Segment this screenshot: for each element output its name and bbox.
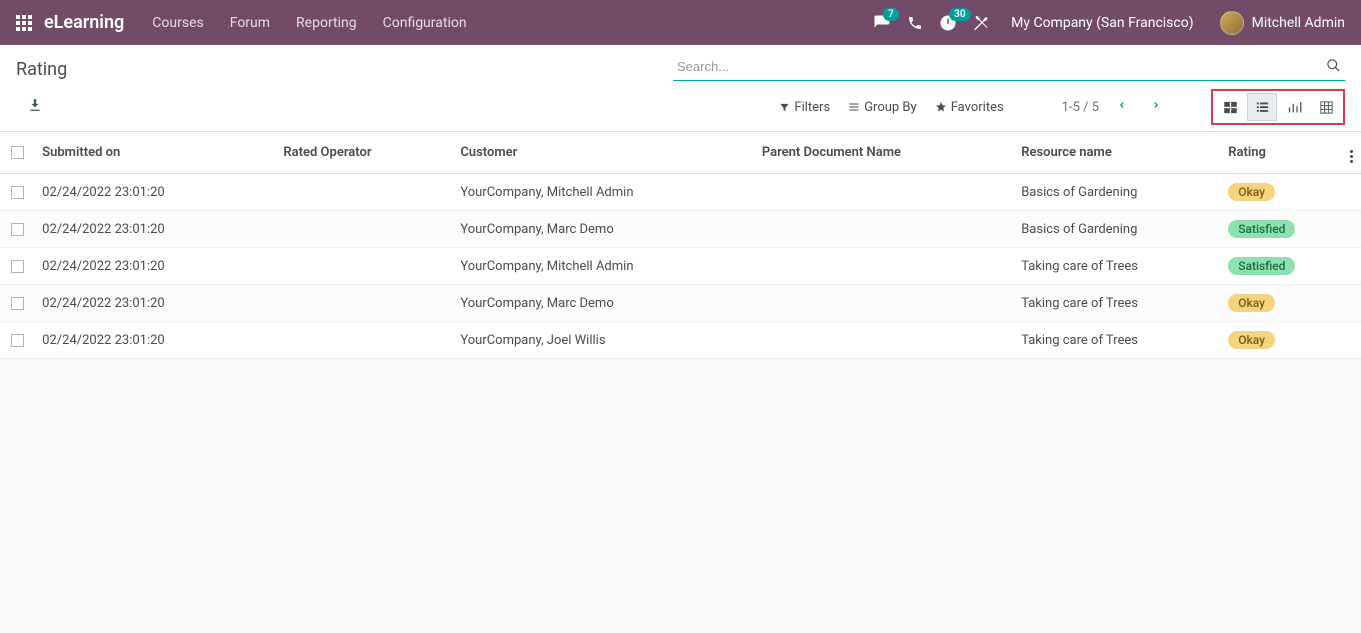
cell-operator [275,211,452,248]
table-row[interactable]: 02/24/2022 23:01:20 YourCompany, Marc Dem… [0,285,1361,322]
columns-menu-icon[interactable] [1350,150,1353,163]
avatar [1220,11,1244,35]
table-area: Submitted on Rated Operator Customer Par… [0,132,1361,359]
table-row[interactable]: 02/24/2022 23:01:20 YourCompany, Mitchell… [0,248,1361,285]
filters-label: Filters [794,100,830,115]
favorites-button[interactable]: Favorites [935,100,1004,115]
filters-button[interactable]: Filters [779,100,830,115]
nav-links: Courses Forum Reporting Configuration [152,15,466,31]
phone-icon[interactable] [907,15,923,31]
activities-icon[interactable]: 30 [939,14,957,32]
groupby-button[interactable]: Group By [848,100,917,115]
cell-submitted: 02/24/2022 23:01:20 [34,248,275,285]
user-menu[interactable]: Mitchell Admin [1220,11,1345,35]
cell-parent [754,248,1013,285]
rating-badge: Okay [1228,294,1275,312]
nav-link-configuration[interactable]: Configuration [383,15,467,31]
app-brand[interactable]: eLearning [44,12,124,33]
search-icon[interactable] [1326,58,1341,77]
row-checkbox[interactable] [11,186,24,199]
cell-rating: Okay [1220,322,1331,359]
rating-badge: Satisfied [1228,257,1295,275]
pager-prev[interactable] [1111,95,1133,119]
cell-operator [275,174,452,211]
cell-resource: Basics of Gardening [1013,174,1220,211]
groupby-label: Group By [864,100,917,115]
table-row[interactable]: 02/24/2022 23:01:20 YourCompany, Marc Dem… [0,211,1361,248]
cell-operator [275,248,452,285]
user-name: Mitchell Admin [1252,15,1345,31]
cell-resource: Taking care of Trees [1013,285,1220,322]
cell-operator [275,322,452,359]
view-graph-icon[interactable] [1279,93,1309,121]
pager-next[interactable] [1145,95,1167,119]
cell-customer: YourCompany, Marc Demo [452,285,754,322]
cell-customer: YourCompany, Marc Demo [452,211,754,248]
cell-submitted: 02/24/2022 23:01:20 [34,211,275,248]
view-kanban-icon[interactable] [1215,93,1245,121]
search-wrap [673,53,1345,81]
col-rating[interactable]: Rating [1220,132,1331,174]
select-all-checkbox[interactable] [11,146,24,159]
col-parent[interactable]: Parent Document Name [754,132,1013,174]
company-selector[interactable]: My Company (San Francisco) [1011,15,1193,31]
col-customer[interactable]: Customer [452,132,754,174]
cell-operator [275,285,452,322]
download-icon[interactable] [28,98,42,116]
view-switcher [1211,89,1345,125]
search-input[interactable] [673,53,1345,81]
cell-parent [754,285,1013,322]
navbar-right: 7 30 My Company (San Francisco) Mitchell… [873,11,1345,35]
messages-badge: 7 [883,8,899,21]
cell-parent [754,211,1013,248]
favorites-label: Favorites [951,100,1004,115]
col-resource[interactable]: Resource name [1013,132,1220,174]
rating-badge: Okay [1228,183,1275,201]
table-row[interactable]: 02/24/2022 23:01:20 YourCompany, Mitchell… [0,174,1361,211]
col-submitted[interactable]: Submitted on [34,132,275,174]
page-title: Rating [16,53,67,80]
pager-text: 1-5 / 5 [1062,100,1099,115]
cell-customer: YourCompany, Mitchell Admin [452,248,754,285]
tools-icon[interactable] [973,15,989,31]
col-operator[interactable]: Rated Operator [275,132,452,174]
row-checkbox[interactable] [11,260,24,273]
row-checkbox[interactable] [11,297,24,310]
cell-submitted: 02/24/2022 23:01:20 [34,285,275,322]
cell-resource: Taking care of Trees [1013,322,1220,359]
table-row[interactable]: 02/24/2022 23:01:20 YourCompany, Joel Wil… [0,322,1361,359]
nav-link-reporting[interactable]: Reporting [296,15,357,31]
apps-icon[interactable] [16,15,32,31]
cell-submitted: 02/24/2022 23:01:20 [34,322,275,359]
row-checkbox[interactable] [11,334,24,347]
rating-table: Submitted on Rated Operator Customer Par… [0,132,1361,359]
cell-resource: Basics of Gardening [1013,211,1220,248]
activities-badge: 30 [949,8,970,21]
cell-resource: Taking care of Trees [1013,248,1220,285]
row-checkbox[interactable] [11,223,24,236]
cell-customer: YourCompany, Joel Willis [452,322,754,359]
cell-rating: Satisfied [1220,248,1331,285]
cell-submitted: 02/24/2022 23:01:20 [34,174,275,211]
messages-icon[interactable]: 7 [873,14,891,32]
rating-badge: Satisfied [1228,220,1295,238]
view-list-icon[interactable] [1247,93,1277,121]
cell-rating: Okay [1220,285,1331,322]
pager: 1-5 / 5 [1062,95,1167,119]
nav-link-courses[interactable]: Courses [152,15,203,31]
cell-parent [754,322,1013,359]
cell-rating: Okay [1220,174,1331,211]
top-navbar: eLearning Courses Forum Reporting Config… [0,0,1361,45]
nav-link-forum[interactable]: Forum [230,15,270,31]
rating-badge: Okay [1228,331,1275,349]
cell-parent [754,174,1013,211]
cell-customer: YourCompany, Mitchell Admin [452,174,754,211]
cell-rating: Satisfied [1220,211,1331,248]
control-panel: Rating Filters Group By Favorites [0,45,1361,132]
view-pivot-icon[interactable] [1311,93,1341,121]
